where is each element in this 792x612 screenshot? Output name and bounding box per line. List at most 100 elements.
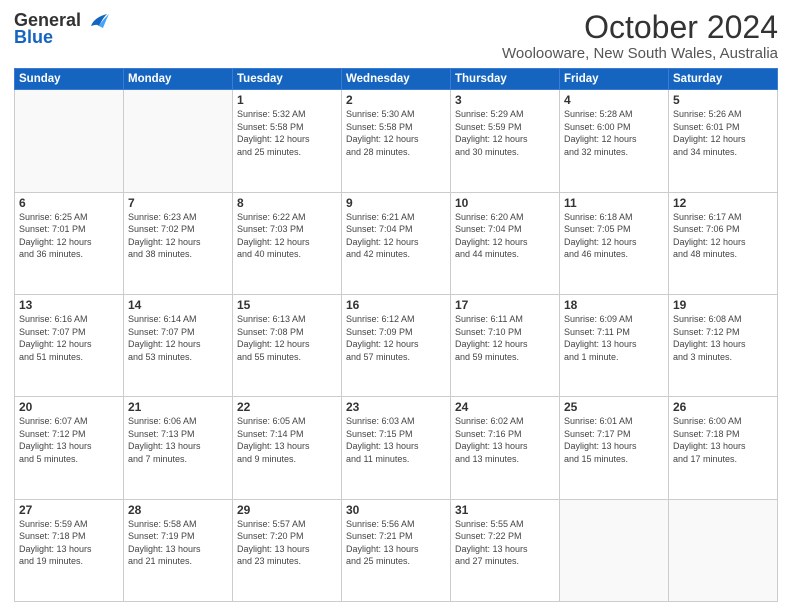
table-row: 14Sunrise: 6:14 AMSunset: 7:07 PMDayligh… [124, 294, 233, 396]
table-row: 12Sunrise: 6:17 AMSunset: 7:06 PMDayligh… [669, 192, 778, 294]
day-info: Sunrise: 5:56 AMSunset: 7:21 PMDaylight:… [346, 518, 446, 568]
page-title: October 2024 [502, 10, 778, 45]
header-friday: Friday [560, 69, 669, 90]
day-info: Sunrise: 6:17 AMSunset: 7:06 PMDaylight:… [673, 211, 773, 261]
day-number: 6 [19, 196, 119, 210]
table-row: 7Sunrise: 6:23 AMSunset: 7:02 PMDaylight… [124, 192, 233, 294]
day-number: 27 [19, 503, 119, 517]
day-number: 20 [19, 400, 119, 414]
day-info: Sunrise: 5:57 AMSunset: 7:20 PMDaylight:… [237, 518, 337, 568]
logo: General Blue [14, 10, 109, 48]
calendar-week-row: 27Sunrise: 5:59 AMSunset: 7:18 PMDayligh… [15, 499, 778, 601]
header: General Blue October 2024 Woolooware, Ne… [14, 10, 778, 62]
day-info: Sunrise: 6:25 AMSunset: 7:01 PMDaylight:… [19, 211, 119, 261]
table-row: 23Sunrise: 6:03 AMSunset: 7:15 PMDayligh… [342, 397, 451, 499]
table-row: 2Sunrise: 5:30 AMSunset: 5:58 PMDaylight… [342, 90, 451, 192]
day-number: 5 [673, 93, 773, 107]
day-number: 2 [346, 93, 446, 107]
table-row: 29Sunrise: 5:57 AMSunset: 7:20 PMDayligh… [233, 499, 342, 601]
table-row: 3Sunrise: 5:29 AMSunset: 5:59 PMDaylight… [451, 90, 560, 192]
table-row: 9Sunrise: 6:21 AMSunset: 7:04 PMDaylight… [342, 192, 451, 294]
day-number: 29 [237, 503, 337, 517]
day-number: 11 [564, 196, 664, 210]
table-row: 28Sunrise: 5:58 AMSunset: 7:19 PMDayligh… [124, 499, 233, 601]
logo-blue-text: Blue [14, 27, 53, 48]
page: General Blue October 2024 Woolooware, Ne… [0, 0, 792, 612]
day-number: 7 [128, 196, 228, 210]
day-info: Sunrise: 6:08 AMSunset: 7:12 PMDaylight:… [673, 313, 773, 363]
day-number: 23 [346, 400, 446, 414]
day-info: Sunrise: 6:00 AMSunset: 7:18 PMDaylight:… [673, 415, 773, 465]
table-row: 21Sunrise: 6:06 AMSunset: 7:13 PMDayligh… [124, 397, 233, 499]
table-row: 22Sunrise: 6:05 AMSunset: 7:14 PMDayligh… [233, 397, 342, 499]
table-row: 5Sunrise: 5:26 AMSunset: 6:01 PMDaylight… [669, 90, 778, 192]
day-info: Sunrise: 6:21 AMSunset: 7:04 PMDaylight:… [346, 211, 446, 261]
day-number: 4 [564, 93, 664, 107]
day-info: Sunrise: 6:01 AMSunset: 7:17 PMDaylight:… [564, 415, 664, 465]
day-info: Sunrise: 5:30 AMSunset: 5:58 PMDaylight:… [346, 108, 446, 158]
day-number: 31 [455, 503, 555, 517]
calendar-week-row: 20Sunrise: 6:07 AMSunset: 7:12 PMDayligh… [15, 397, 778, 499]
table-row: 30Sunrise: 5:56 AMSunset: 7:21 PMDayligh… [342, 499, 451, 601]
calendar-week-row: 13Sunrise: 6:16 AMSunset: 7:07 PMDayligh… [15, 294, 778, 396]
table-row: 24Sunrise: 6:02 AMSunset: 7:16 PMDayligh… [451, 397, 560, 499]
table-row: 25Sunrise: 6:01 AMSunset: 7:17 PMDayligh… [560, 397, 669, 499]
table-row [124, 90, 233, 192]
day-number: 26 [673, 400, 773, 414]
day-number: 3 [455, 93, 555, 107]
day-number: 15 [237, 298, 337, 312]
table-row: 8Sunrise: 6:22 AMSunset: 7:03 PMDaylight… [233, 192, 342, 294]
day-number: 19 [673, 298, 773, 312]
day-number: 24 [455, 400, 555, 414]
page-subtitle: Woolooware, New South Wales, Australia [502, 45, 778, 62]
day-number: 17 [455, 298, 555, 312]
table-row: 4Sunrise: 5:28 AMSunset: 6:00 PMDaylight… [560, 90, 669, 192]
header-thursday: Thursday [451, 69, 560, 90]
logo-bird-icon [83, 12, 109, 30]
table-row: 15Sunrise: 6:13 AMSunset: 7:08 PMDayligh… [233, 294, 342, 396]
day-info: Sunrise: 6:11 AMSunset: 7:10 PMDaylight:… [455, 313, 555, 363]
table-row: 1Sunrise: 5:32 AMSunset: 5:58 PMDaylight… [233, 90, 342, 192]
day-number: 9 [346, 196, 446, 210]
day-number: 25 [564, 400, 664, 414]
day-info: Sunrise: 6:05 AMSunset: 7:14 PMDaylight:… [237, 415, 337, 465]
day-info: Sunrise: 6:12 AMSunset: 7:09 PMDaylight:… [346, 313, 446, 363]
header-wednesday: Wednesday [342, 69, 451, 90]
day-number: 22 [237, 400, 337, 414]
day-number: 30 [346, 503, 446, 517]
day-number: 28 [128, 503, 228, 517]
day-info: Sunrise: 6:20 AMSunset: 7:04 PMDaylight:… [455, 211, 555, 261]
day-number: 13 [19, 298, 119, 312]
day-number: 16 [346, 298, 446, 312]
header-saturday: Saturday [669, 69, 778, 90]
day-info: Sunrise: 6:03 AMSunset: 7:15 PMDaylight:… [346, 415, 446, 465]
calendar-table: Sunday Monday Tuesday Wednesday Thursday… [14, 68, 778, 602]
day-info: Sunrise: 6:09 AMSunset: 7:11 PMDaylight:… [564, 313, 664, 363]
table-row: 20Sunrise: 6:07 AMSunset: 7:12 PMDayligh… [15, 397, 124, 499]
header-monday: Monday [124, 69, 233, 90]
table-row: 10Sunrise: 6:20 AMSunset: 7:04 PMDayligh… [451, 192, 560, 294]
day-info: Sunrise: 5:28 AMSunset: 6:00 PMDaylight:… [564, 108, 664, 158]
day-info: Sunrise: 6:14 AMSunset: 7:07 PMDaylight:… [128, 313, 228, 363]
title-block: October 2024 Woolooware, New South Wales… [502, 10, 778, 62]
day-info: Sunrise: 6:06 AMSunset: 7:13 PMDaylight:… [128, 415, 228, 465]
table-row [560, 499, 669, 601]
day-info: Sunrise: 6:02 AMSunset: 7:16 PMDaylight:… [455, 415, 555, 465]
calendar-week-row: 1Sunrise: 5:32 AMSunset: 5:58 PMDaylight… [15, 90, 778, 192]
day-number: 10 [455, 196, 555, 210]
calendar-week-row: 6Sunrise: 6:25 AMSunset: 7:01 PMDaylight… [15, 192, 778, 294]
calendar-header-row: Sunday Monday Tuesday Wednesday Thursday… [15, 69, 778, 90]
day-info: Sunrise: 6:18 AMSunset: 7:05 PMDaylight:… [564, 211, 664, 261]
header-sunday: Sunday [15, 69, 124, 90]
day-info: Sunrise: 5:29 AMSunset: 5:59 PMDaylight:… [455, 108, 555, 158]
day-info: Sunrise: 5:32 AMSunset: 5:58 PMDaylight:… [237, 108, 337, 158]
day-info: Sunrise: 5:58 AMSunset: 7:19 PMDaylight:… [128, 518, 228, 568]
table-row: 17Sunrise: 6:11 AMSunset: 7:10 PMDayligh… [451, 294, 560, 396]
table-row: 26Sunrise: 6:00 AMSunset: 7:18 PMDayligh… [669, 397, 778, 499]
table-row: 16Sunrise: 6:12 AMSunset: 7:09 PMDayligh… [342, 294, 451, 396]
day-number: 1 [237, 93, 337, 107]
day-info: Sunrise: 6:16 AMSunset: 7:07 PMDaylight:… [19, 313, 119, 363]
table-row: 13Sunrise: 6:16 AMSunset: 7:07 PMDayligh… [15, 294, 124, 396]
table-row [669, 499, 778, 601]
day-info: Sunrise: 6:13 AMSunset: 7:08 PMDaylight:… [237, 313, 337, 363]
